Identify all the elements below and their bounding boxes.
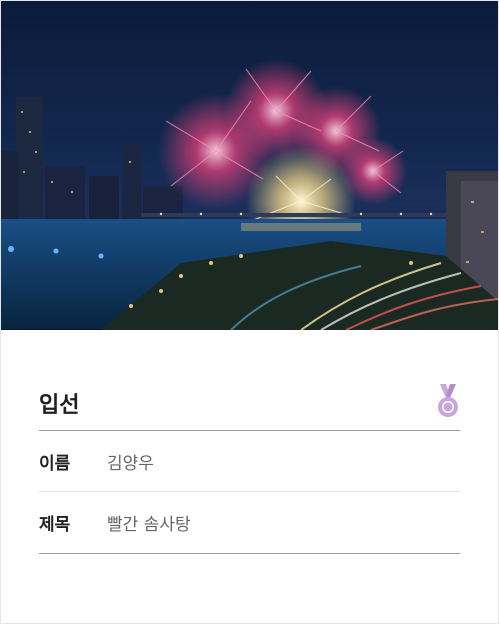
medal-icon [436,384,460,420]
fireworks-image [1,59,498,330]
info-row-title: 제목 빨간 솜사탕 [39,492,460,554]
award-title: 입선 [39,393,80,418]
award-card: 입선 이름 김양우 제목 빨간 솜사탕 [0,0,499,624]
info-row-name: 이름 김양우 [39,431,460,492]
title-label: 제목 [39,515,71,535]
award-details: 입선 이름 김양우 제목 빨간 솜사탕 [1,330,498,554]
name-label: 이름 [39,453,71,474]
title-value: 빨간 솜사탕 [107,515,191,535]
award-header: 입선 [39,330,460,431]
award-photo [1,1,498,330]
name-value: 김양우 [107,453,154,474]
